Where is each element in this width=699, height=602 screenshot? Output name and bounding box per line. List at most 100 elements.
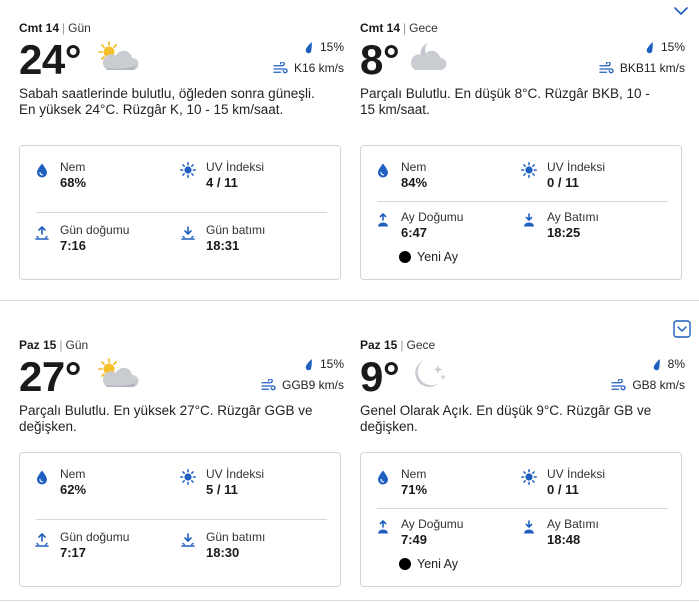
period-label: Gece xyxy=(409,21,438,35)
forecast-description: Sabah saatlerinde bulutlu, öğleden sonra… xyxy=(19,86,315,117)
precipitation-icon xyxy=(303,41,314,54)
temperature: 8° xyxy=(360,36,400,83)
partly-sunny-icon xyxy=(95,40,139,74)
precipitation-icon xyxy=(651,358,662,371)
moon-phase-label: Yeni Ay xyxy=(417,250,459,264)
moonrise-value: 7:49 xyxy=(401,532,428,547)
uv-icon xyxy=(180,469,196,485)
precipitation: 15% xyxy=(303,356,344,372)
period-label: Gün xyxy=(65,338,89,352)
sunset-value: 18:30 xyxy=(206,545,240,560)
bottom-divider xyxy=(0,600,699,601)
temperature: 27° xyxy=(19,353,82,400)
forecast-day-2: Paz 15 | Gün 27° 15% GGB9 km/s Parçalı Bul… xyxy=(0,337,699,597)
wind: GGB9 km/s xyxy=(261,377,344,393)
wind-value: BKB11 km/s xyxy=(619,61,685,75)
card-divider xyxy=(36,519,327,520)
wind-value: GGB9 km/s xyxy=(281,378,344,392)
day-divider xyxy=(0,300,699,301)
wind-value: K16 km/s xyxy=(293,61,344,75)
details-card: Nem 62% UV İndeksi 5 / 11 Gün doğumu 7:1… xyxy=(19,452,341,587)
period-header: Paz 15 | Gece xyxy=(360,338,436,352)
card-divider xyxy=(377,508,668,509)
sunset-value: 18:31 xyxy=(206,238,240,253)
day-half: Cmt 14 | Gün 24° 15% K16 km/s Sabah saatle… xyxy=(19,20,354,280)
period-header: Paz 15 | Gün xyxy=(19,338,89,352)
wind: K16 km/s xyxy=(273,60,344,76)
temperature: 24° xyxy=(19,36,82,83)
sunrise-value: 7:16 xyxy=(60,238,87,253)
sunrise-icon xyxy=(34,532,50,548)
precipitation-icon xyxy=(644,41,655,54)
forecast-day-1: Cmt 14 | Gün 24° 15% K16 km/s Sabah saatle… xyxy=(0,20,699,290)
moonrise-label: Ay Doğumu xyxy=(401,517,464,531)
wind-value: GB8 km/s xyxy=(632,378,685,392)
moonrise-label: Ay Doğumu xyxy=(401,210,464,224)
uv-label: UV İndeksi xyxy=(547,467,606,481)
humidity-label: Nem xyxy=(60,467,86,481)
period-label: Gece xyxy=(406,338,436,352)
precipitation: 15% xyxy=(303,39,344,55)
humidity-label: Nem xyxy=(401,160,427,174)
temperature: 9° xyxy=(360,353,400,400)
new-moon-icon xyxy=(399,251,411,263)
period-label: Gün xyxy=(68,21,91,35)
chevron-up-icon[interactable] xyxy=(673,5,689,17)
wind-icon xyxy=(261,379,276,392)
uv-icon xyxy=(521,469,537,485)
precipitation: 8% xyxy=(651,356,685,372)
sunset-icon xyxy=(180,225,196,241)
clear-night-icon xyxy=(408,357,452,391)
precipitation-value: 15% xyxy=(319,40,344,54)
wind: BKB11 km/s xyxy=(599,60,685,76)
sunset-icon xyxy=(180,532,196,548)
forecast-description: Parçalı Bulutlu. En yüksek 27°C. Rüzgâr … xyxy=(19,403,313,434)
precipitation-value: 15% xyxy=(660,40,685,54)
uv-value: 0 / 11 xyxy=(547,482,579,497)
moonset-icon xyxy=(521,519,537,535)
humidity-icon xyxy=(34,469,50,485)
chevron-down-toggle-icon[interactable] xyxy=(673,320,691,338)
sunrise-label: Gün doğumu xyxy=(60,530,130,544)
uv-icon xyxy=(521,162,537,178)
humidity-value: 68% xyxy=(60,175,87,190)
humidity-icon xyxy=(375,469,391,485)
moonset-value: 18:25 xyxy=(547,225,581,240)
date-label: Cmt 14 xyxy=(360,21,401,35)
humidity-label: Nem xyxy=(401,467,427,481)
uv-label: UV İndeksi xyxy=(547,160,606,174)
moonset-value: 18:48 xyxy=(547,532,581,547)
humidity-label: Nem xyxy=(60,160,86,174)
humidity-icon xyxy=(375,162,391,178)
partly-cloudy-night-icon xyxy=(408,40,452,74)
sunrise-label: Gün doğumu xyxy=(60,223,130,237)
precipitation: 15% xyxy=(644,39,685,55)
humidity-value: 84% xyxy=(401,175,428,190)
humidity-value: 62% xyxy=(60,482,87,497)
details-card: Nem 84% UV İndeksi 0 / 11 Ay Doğumu 6:47… xyxy=(360,145,682,280)
wind-icon xyxy=(611,379,626,392)
uv-label: UV İndeksi xyxy=(206,160,265,174)
moonrise-icon xyxy=(375,519,391,535)
uv-value: 4 / 11 xyxy=(206,175,238,190)
sunset-label: Gün batımı xyxy=(206,530,266,544)
sunset-label: Gün batımı xyxy=(206,223,266,237)
sunrise-value: 7:17 xyxy=(60,545,87,560)
forecast-description: Parçalı Bulutlu. En düşük 8°C. Rüzgâr BK… xyxy=(360,86,650,117)
period-header: Cmt 14 | Gün xyxy=(19,21,91,35)
wind-icon xyxy=(599,62,614,75)
humidity-value: 71% xyxy=(401,482,428,497)
moon-phase-label: Yeni Ay xyxy=(417,557,459,571)
date-label: Paz 15 xyxy=(19,338,57,352)
moonset-label: Ay Batımı xyxy=(547,517,599,531)
precipitation-value: 15% xyxy=(319,357,344,371)
moon-phase: Yeni Ay xyxy=(399,556,458,572)
precipitation-icon xyxy=(303,358,314,371)
moonrise-icon xyxy=(375,212,391,228)
card-divider xyxy=(36,212,327,213)
details-card: Nem 68% UV İndeksi 4 / 11 Gün doğumu 7:1… xyxy=(19,145,341,280)
uv-value: 0 / 11 xyxy=(547,175,579,190)
humidity-icon xyxy=(34,162,50,178)
wind-icon xyxy=(273,62,288,75)
period-header: Cmt 14 | Gece xyxy=(360,21,438,35)
